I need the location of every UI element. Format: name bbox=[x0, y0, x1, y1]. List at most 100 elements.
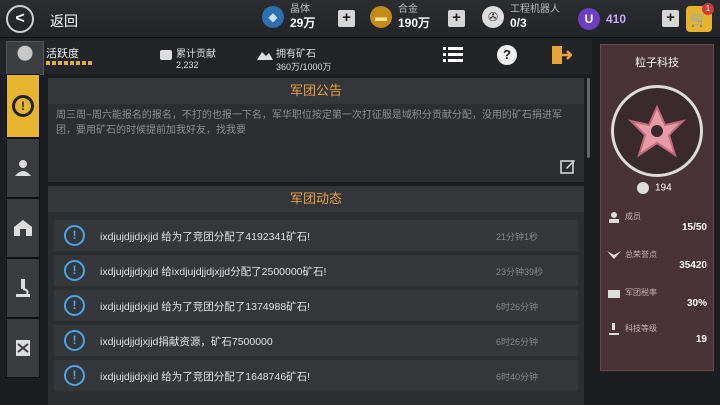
log-text: ixdjujdjjdjxjjd 给为了竞团分配了1374988矿石! bbox=[100, 301, 311, 313]
info-icon: ! bbox=[64, 365, 85, 386]
log-row[interactable]: ! ixdjujdjjdjxjjd 给为了竞团分配了1648746矿石! 6时4… bbox=[54, 360, 578, 391]
contribution-value: 2,232 bbox=[176, 60, 199, 70]
members-row: 成员 15/50 bbox=[605, 211, 711, 233]
info-icon: ! bbox=[64, 225, 85, 246]
notice-panel: 军团公告 周三周~周六能报名的报名，不打的也报一下名，军华职位按定第一次打征服是… bbox=[48, 78, 584, 182]
alloy-value: 190万 bbox=[398, 16, 431, 30]
tab-war[interactable] bbox=[6, 318, 40, 378]
members-value: 15/50 bbox=[681, 222, 707, 233]
exit-button[interactable] bbox=[550, 44, 572, 66]
log-text: ixdjujdjjdjxjjd 给ixdjujdjjdjxjjd分配了25000… bbox=[100, 266, 327, 278]
info-icon: ! bbox=[64, 330, 85, 351]
help-button[interactable]: ? bbox=[496, 44, 518, 66]
crystal-value: 29万 bbox=[290, 16, 316, 30]
alloy-icon: ▬ bbox=[370, 6, 392, 28]
log-time: 6时40分钟 bbox=[496, 372, 539, 382]
log-time: 6时26分钟 bbox=[496, 302, 539, 312]
add-alloy-button[interactable]: + bbox=[448, 10, 465, 27]
ore-label: 拥有矿石 bbox=[276, 49, 316, 60]
side-tabs: ! bbox=[0, 74, 40, 405]
log-time: 6时26分钟 bbox=[496, 337, 539, 347]
notice-title: 军团公告 bbox=[48, 78, 584, 104]
alloy-resource: ▬ 合金 190万 bbox=[370, 4, 430, 30]
tab-buildings[interactable] bbox=[6, 198, 40, 258]
robot-icon: ✇ bbox=[482, 6, 504, 28]
log-row[interactable]: ! ixdjujdjjdjxjjd 给ixdjujdjjdjxjjd分配了250… bbox=[54, 255, 578, 286]
legion-emblem-icon bbox=[627, 104, 687, 158]
wings-icon bbox=[607, 251, 621, 259]
log-row[interactable]: ! ixdjujdjjdjxjjd捐献资源，矿石7500000 6时26分钟 bbox=[54, 325, 578, 356]
ore-stat: 拥有矿石 360万/1000万 bbox=[276, 45, 332, 73]
avatar[interactable] bbox=[6, 41, 44, 75]
tech-microscope-icon bbox=[609, 323, 619, 335]
robot-label: 工程机器人 bbox=[510, 4, 560, 15]
crystal-resource: ◆ 晶体 29万 bbox=[262, 4, 315, 30]
log-row[interactable]: ! ixdjujdjjdjxjjd 给为了竞团分配了4192341矿石! 21分… bbox=[54, 220, 578, 251]
info-icon: ! bbox=[64, 295, 85, 316]
honor-row: 总荣誉点 35420 bbox=[605, 249, 711, 271]
log-text: ixdjujdjjdjxjjd 给为了竞团分配了1648746矿石! bbox=[100, 371, 311, 383]
legion-info-panel: 粒子科技 194 成员 15/50 总荣誉点 35420 军团税率 30% 科技… bbox=[600, 44, 714, 371]
ore-icon bbox=[257, 52, 273, 60]
tab-members[interactable] bbox=[6, 138, 40, 198]
tax-row: 军团税率 30% bbox=[605, 287, 711, 309]
members-icon bbox=[609, 212, 619, 223]
u-currency-value: 410 bbox=[606, 12, 627, 26]
activity-label: 活跃度 bbox=[46, 48, 79, 60]
honor-value: 35420 bbox=[679, 260, 707, 271]
tech-value: 19 bbox=[695, 334, 707, 345]
log-time: 21分钟1秒 bbox=[496, 232, 539, 242]
list-button[interactable] bbox=[442, 44, 464, 66]
building-icon bbox=[14, 220, 32, 236]
activity-title: 军团动态 bbox=[48, 186, 584, 212]
honor-label: 总荣誉点 bbox=[625, 250, 657, 259]
top-bar: < 返回 ◆ 晶体 29万 + ▬ 合金 190万 + ✇ 工程机器人 0/3 … bbox=[0, 0, 720, 38]
scrollbar[interactable] bbox=[587, 78, 590, 158]
crystal-icon: ◆ bbox=[262, 6, 284, 28]
add-crystal-button[interactable]: + bbox=[338, 10, 355, 27]
u-currency-icon: U bbox=[578, 8, 600, 30]
exit-door-icon bbox=[552, 46, 572, 64]
alert-icon: ! bbox=[12, 95, 34, 117]
log-time: 23分钟39秒 bbox=[496, 267, 544, 277]
robot-resource: ✇ 工程机器人 0/3 bbox=[482, 4, 560, 30]
ore-value: 360万/1000万 bbox=[276, 62, 332, 72]
tax-value: 30% bbox=[686, 298, 707, 309]
contribution-stat: 累计贡献 2,232 bbox=[176, 45, 216, 70]
person-icon bbox=[15, 160, 31, 176]
list-icon bbox=[443, 47, 463, 62]
legion-level-value: 194 bbox=[655, 182, 672, 194]
add-u-button[interactable]: + bbox=[662, 10, 679, 27]
tab-notice[interactable]: ! bbox=[6, 74, 40, 138]
log-text: ixdjujdjjdjxjjd捐献资源，矿石7500000 bbox=[100, 336, 273, 348]
u-currency: U 410 bbox=[578, 8, 626, 30]
tax-label: 军团税率 bbox=[625, 288, 657, 297]
edit-icon[interactable] bbox=[560, 158, 576, 174]
back-label[interactable]: 返回 bbox=[50, 11, 78, 31]
tech-label: 科技等级 bbox=[625, 324, 657, 333]
chevron-left-icon: < bbox=[15, 10, 25, 27]
activity-progress-bar bbox=[46, 61, 94, 65]
tax-icon bbox=[608, 290, 620, 298]
tech-row: 科技等级 19 bbox=[605, 323, 711, 345]
crystal-label: 晶体 bbox=[290, 4, 310, 15]
robot-value: 0/3 bbox=[510, 16, 527, 30]
legion-name: 粒子科技 bbox=[635, 57, 679, 69]
activity-panel: 军团动态 ! ixdjujdjjdjxjjd 给为了竞团分配了4192341矿石… bbox=[48, 186, 584, 405]
cart-badge: 1 bbox=[702, 3, 714, 15]
members-label: 成员 bbox=[625, 212, 641, 221]
question-icon: ? bbox=[497, 45, 517, 65]
contribution-label: 累计贡献 bbox=[176, 49, 216, 60]
fist-icon bbox=[160, 50, 172, 60]
globe-icon bbox=[637, 182, 649, 194]
legion-level: 194 bbox=[637, 182, 672, 194]
legion-emblem[interactable] bbox=[611, 85, 703, 177]
battle-icon bbox=[16, 340, 30, 356]
microscope-icon bbox=[16, 279, 30, 297]
back-button[interactable]: < bbox=[6, 5, 34, 33]
tab-tech[interactable] bbox=[6, 258, 40, 318]
info-icon: ! bbox=[64, 260, 85, 281]
log-row[interactable]: ! ixdjujdjjdjxjjd 给为了竞团分配了1374988矿石! 6时2… bbox=[54, 290, 578, 321]
alloy-label: 合金 bbox=[398, 4, 418, 15]
notice-text: 周三周~周六能报名的报名，不打的也报一下名，军华职位按定第一次打征服是域积分贡献… bbox=[56, 110, 562, 136]
